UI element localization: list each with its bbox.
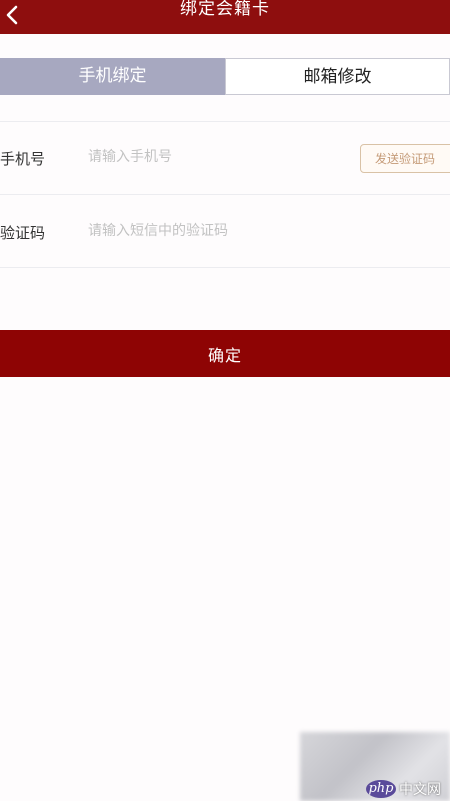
watermark: php 中文网: [366, 778, 441, 800]
form-bottom-divider: [0, 267, 450, 268]
code-input[interactable]: [88, 220, 338, 242]
tab-email-change[interactable]: 邮箱修改: [225, 58, 450, 95]
page-title: 绑定会籍卡: [180, 0, 270, 19]
confirm-button[interactable]: 确定: [0, 330, 450, 377]
form-top-divider: [0, 121, 450, 122]
form-middle-divider: [0, 194, 450, 195]
phone-input[interactable]: [88, 146, 338, 168]
phone-label: 手机号: [0, 150, 46, 168]
tab-bar: 手机绑定 邮箱修改: [0, 58, 450, 95]
watermark-text: 中文网: [399, 782, 441, 798]
send-code-button[interactable]: 发送验证码: [360, 144, 450, 173]
tab-phone-binding[interactable]: 手机绑定: [0, 58, 225, 95]
code-label: 验证码: [0, 224, 46, 242]
watermark-logo: php: [366, 780, 396, 798]
header-bar: 绑定会籍卡: [0, 0, 450, 34]
